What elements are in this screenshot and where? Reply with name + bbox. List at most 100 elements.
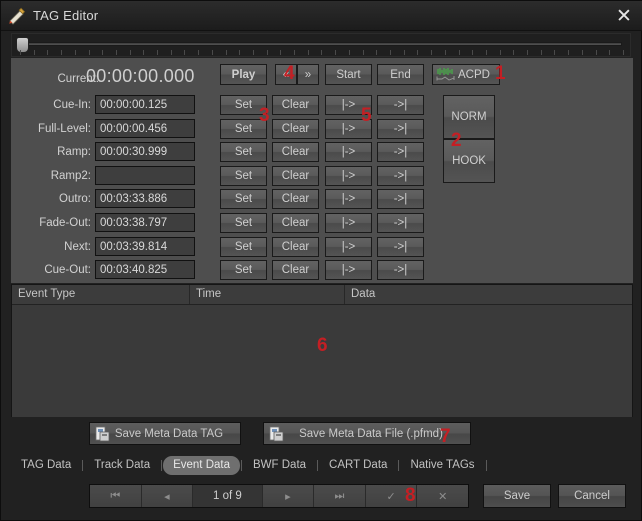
tab-event-data[interactable]: Event Data — [163, 455, 240, 475]
marker-label-full-level: Full-Level: — [37, 123, 91, 135]
slider-tick — [115, 50, 117, 55]
goto-in-button-outro[interactable]: |-> — [325, 189, 372, 209]
tab-bwf-data[interactable]: BWF Data — [243, 456, 316, 475]
set-button-next[interactable]: Set — [220, 237, 267, 257]
clear-button-full-level[interactable]: Clear — [272, 119, 319, 139]
goto-out-button-next[interactable]: ->| — [377, 237, 424, 257]
goto-out-button-cue-in[interactable]: ->| — [377, 95, 424, 115]
set-button-cue-out[interactable]: Set — [220, 260, 267, 280]
slider-tick — [348, 50, 350, 55]
current-time-value: 00:00:00.000 — [86, 66, 195, 86]
step-back-button[interactable]: « — [275, 64, 297, 85]
slider-tick — [527, 50, 529, 55]
column-header-data[interactable]: Data — [345, 285, 632, 304]
set-button-outro[interactable]: Set — [220, 189, 267, 209]
event-table[interactable]: Event Type Time Data — [11, 284, 633, 417]
goto-in-button-ramp2[interactable]: |-> — [325, 166, 372, 186]
slider-tick — [513, 50, 515, 55]
step-forward-button[interactable]: » — [297, 64, 319, 85]
clear-button-cue-in[interactable]: Clear — [272, 95, 319, 115]
goto-out-button-fade-out[interactable]: ->| — [377, 213, 424, 233]
hook-button[interactable]: HOOK — [443, 139, 495, 183]
event-table-body[interactable] — [12, 305, 632, 417]
slider-tick — [294, 50, 296, 55]
slider-tick — [252, 50, 254, 55]
clear-button-outro[interactable]: Clear — [272, 189, 319, 209]
slider-tick — [568, 50, 570, 55]
play-button[interactable]: Play — [220, 64, 267, 85]
save-meta-data-file-button[interactable]: Save Meta Data File (.pfmd) — [263, 422, 471, 445]
clear-button-next[interactable]: Clear — [272, 237, 319, 257]
goto-in-button-next[interactable]: |-> — [325, 237, 372, 257]
tab-separator — [317, 459, 319, 471]
marker-field-cue-out[interactable] — [95, 260, 195, 279]
save-meta-data-file-label: Save Meta Data File (.pfmd) — [299, 427, 443, 440]
start-button[interactable]: Start — [325, 64, 372, 85]
tab-track-data[interactable]: Track Data — [84, 456, 160, 475]
position-slider-track[interactable] — [20, 42, 622, 46]
goto-out-button-outro[interactable]: ->| — [377, 189, 424, 209]
close-icon[interactable]: ✕ — [613, 5, 635, 27]
marker-field-fade-out[interactable] — [95, 213, 195, 232]
slider-tick — [74, 50, 76, 55]
tab-native-tags[interactable]: Native TAGs — [400, 456, 484, 475]
clear-button-ramp[interactable]: Clear — [272, 142, 319, 162]
marker-label-ramp2: Ramp2: — [50, 170, 91, 182]
marker-field-ramp2[interactable] — [95, 166, 195, 185]
tab-separator — [241, 459, 242, 471]
marker-field-ramp[interactable] — [95, 142, 195, 161]
set-button-cue-in[interactable]: Set — [220, 95, 267, 115]
save-file-icon — [95, 426, 110, 442]
slider-tick — [595, 50, 597, 55]
pencil-edit-icon — [8, 7, 26, 25]
acpd-label: ACPD — [458, 68, 490, 81]
marker-field-outro[interactable] — [95, 189, 195, 208]
slider-tick — [198, 50, 200, 55]
save-file-icon — [269, 426, 284, 442]
set-button-full-level[interactable]: Set — [220, 119, 267, 139]
slider-tick — [47, 50, 49, 55]
set-button-fade-out[interactable]: Set — [220, 213, 267, 233]
save-button[interactable]: Save — [483, 484, 551, 508]
nav-next-button[interactable]: ▸ — [262, 485, 315, 507]
norm-button[interactable]: NORM — [443, 95, 495, 139]
tab-tag-data[interactable]: TAG Data — [11, 456, 81, 475]
marker-field-next[interactable] — [95, 237, 195, 256]
clear-button-ramp2[interactable]: Clear — [272, 166, 319, 186]
goto-in-button-ramp[interactable]: |-> — [325, 142, 372, 162]
marker-field-cue-in[interactable] — [95, 95, 195, 114]
goto-out-button-ramp2[interactable]: ->| — [377, 166, 424, 186]
set-button-ramp[interactable]: Set — [220, 142, 267, 162]
goto-in-button-cue-in[interactable]: |-> — [325, 95, 372, 115]
slider-tick — [554, 50, 556, 55]
slider-tick — [211, 50, 213, 55]
goto-in-button-full-level[interactable]: |-> — [325, 119, 372, 139]
goto-in-button-fade-out[interactable]: |-> — [325, 213, 372, 233]
nav-cancel-button[interactable]: ✕ — [417, 485, 468, 507]
marker-label-next: Next: — [64, 241, 91, 253]
cancel-button[interactable]: Cancel — [558, 484, 626, 508]
goto-out-button-cue-out[interactable]: ->| — [377, 260, 424, 280]
goto-out-button-full-level[interactable]: ->| — [377, 119, 424, 139]
end-button[interactable]: End — [377, 64, 424, 85]
goto-out-button-ramp[interactable]: ->| — [377, 142, 424, 162]
set-button-ramp2[interactable]: Set — [220, 166, 267, 186]
position-slider-strip — [11, 33, 631, 57]
slider-tick — [266, 50, 268, 55]
column-header-event-type[interactable]: Event Type — [12, 285, 190, 304]
nav-accept-button[interactable]: ✓ — [365, 485, 418, 507]
nav-prev-button[interactable]: ◂ — [141, 485, 194, 507]
save-meta-data-tag-button[interactable]: Save Meta Data TAG — [89, 422, 241, 445]
title-bar: TAG Editor ✕ — [1, 1, 642, 31]
nav-first-button[interactable]: ⏮ — [90, 485, 142, 507]
column-header-time[interactable]: Time — [190, 285, 345, 304]
clear-button-cue-out[interactable]: Clear — [272, 260, 319, 280]
marker-panel: Current: 00:00:00.000 Play « » Start End — [11, 58, 633, 283]
goto-in-button-cue-out[interactable]: |-> — [325, 260, 372, 280]
tab-cart-data[interactable]: CART Data — [319, 456, 397, 475]
clear-button-fade-out[interactable]: Clear — [272, 213, 319, 233]
nav-last-button[interactable]: ⏭ — [314, 485, 366, 507]
acpd-button[interactable]: ACPD — [432, 64, 500, 85]
marker-field-full-level[interactable] — [95, 119, 195, 138]
nav-page-indicator[interactable]: 1 of 9 — [193, 485, 263, 507]
